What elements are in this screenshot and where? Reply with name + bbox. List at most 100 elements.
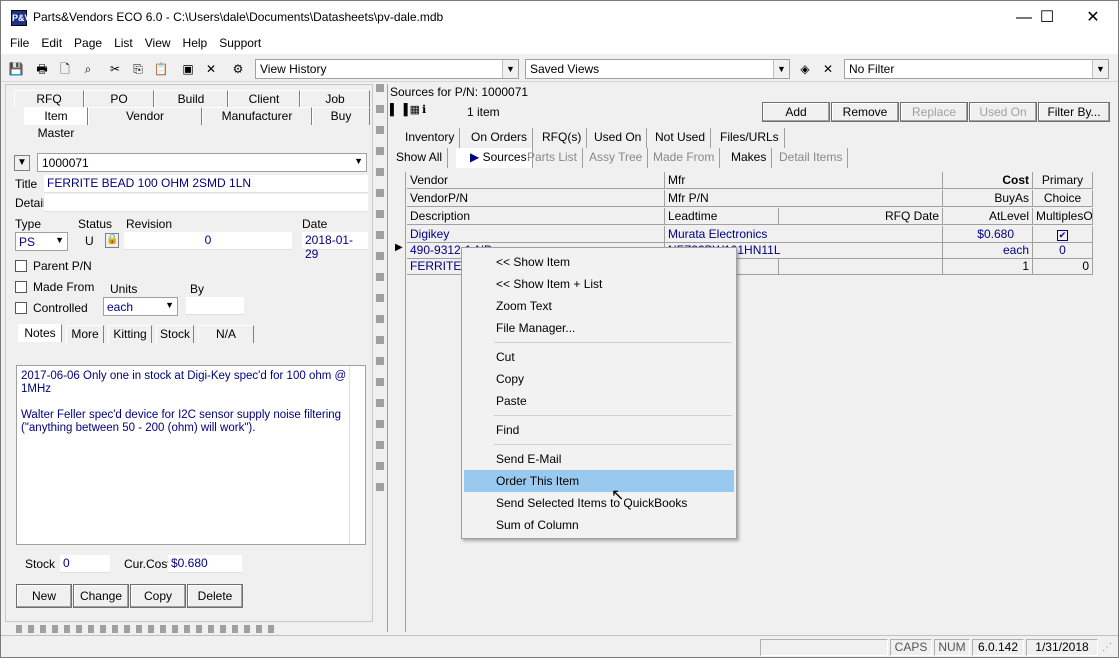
delete-icon[interactable]: ✕: [201, 59, 221, 79]
header-buyas[interactable]: BuyAs: [943, 190, 1033, 207]
paste-icon[interactable]: 📋: [151, 59, 171, 79]
header-mfr-pn[interactable]: Mfr P/N: [665, 190, 943, 207]
tab-inventory[interactable]: Inventory: [400, 128, 461, 148]
controlled-checkbox[interactable]: [15, 302, 27, 314]
gear-icon[interactable]: ⚙: [228, 59, 248, 79]
tab-not-used[interactable]: Not Used: [650, 128, 712, 148]
checkmark-icon[interactable]: ✔: [1057, 230, 1068, 241]
menu-show-item-list[interactable]: << Show Item + List: [464, 273, 734, 295]
used-on-button[interactable]: Used On: [969, 102, 1037, 122]
header-mfr[interactable]: Mfr: [665, 172, 943, 189]
tab-files-urls[interactable]: Files/URLs: [715, 128, 785, 148]
header-choice[interactable]: Choice: [1033, 190, 1093, 207]
header-vendor[interactable]: Vendor: [407, 172, 665, 189]
header-multiples[interactable]: MultiplesOf: [1033, 208, 1093, 225]
header-leadtime[interactable]: Leadtime: [665, 208, 779, 225]
menu-show-item[interactable]: << Show Item: [464, 251, 734, 273]
menu-sum-column[interactable]: Sum of Column: [464, 514, 734, 536]
notes-scrollbar[interactable]: [349, 366, 365, 544]
menu-page[interactable]: Page: [68, 34, 108, 52]
vertical-splitter[interactable]: [376, 84, 384, 504]
save-icon[interactable]: 💾: [6, 59, 26, 79]
cell-rfq-date[interactable]: [779, 258, 943, 275]
maximize-button[interactable]: ☐: [1024, 1, 1070, 34]
type-select[interactable]: PS ▼: [15, 232, 68, 251]
notes-textarea[interactable]: 2017-06-06 Only one in stock at Digi-Key…: [16, 365, 366, 545]
tab-makes[interactable]: Makes: [726, 148, 773, 168]
tab-stock[interactable]: Stock: [156, 325, 194, 343]
menu-zoom-text[interactable]: Zoom Text: [464, 295, 734, 317]
tab-rfq[interactable]: RFQ: [14, 90, 84, 108]
filter-by-button[interactable]: Filter By...: [1038, 102, 1110, 122]
tab-used-on[interactable]: Used On: [589, 128, 648, 148]
chevron-down-icon[interactable]: ▼: [1092, 60, 1108, 78]
stock-field[interactable]: 0: [60, 555, 110, 573]
menu-send-quickbooks[interactable]: Send Selected Items to QuickBooks: [464, 492, 734, 514]
replace-button[interactable]: Replace: [900, 102, 968, 122]
menu-paste[interactable]: Paste: [464, 390, 734, 412]
view-history-select[interactable]: View History ▼: [255, 59, 519, 79]
print-preview-icon[interactable]: 🗋: [55, 59, 75, 79]
tab-parts-list[interactable]: Parts List: [522, 148, 584, 168]
tab-more[interactable]: More: [66, 325, 104, 343]
add-button[interactable]: Add: [762, 102, 830, 122]
header-primary[interactable]: Primary: [1033, 172, 1093, 189]
grid-nav-icons[interactable]: ▌▐▦ℹ: [390, 103, 466, 121]
units-select[interactable]: each ▼: [103, 297, 178, 316]
menu-list[interactable]: List: [108, 34, 139, 52]
close-button[interactable]: ✕: [1070, 1, 1116, 34]
chevron-down-icon[interactable]: ▼: [502, 60, 518, 78]
splitter-handle[interactable]: [16, 625, 274, 633]
print-icon[interactable]: 🖶: [32, 59, 52, 79]
menu-support[interactable]: Support: [213, 34, 267, 52]
header-rfq-date[interactable]: RFQ Date: [779, 208, 943, 225]
menu-order-this-item[interactable]: Order This Item: [464, 470, 734, 492]
detail-field[interactable]: [44, 194, 368, 212]
chevron-down-icon[interactable]: ▼: [773, 60, 789, 78]
eraser-icon[interactable]: ◈: [795, 59, 815, 79]
title-field[interactable]: FERRITE BEAD 100 OHM 2SMD 1LN: [44, 175, 368, 193]
by-field[interactable]: [186, 297, 244, 315]
menu-file[interactable]: File: [4, 34, 35, 52]
cell-choice[interactable]: 0: [1033, 242, 1093, 259]
funnel-icon[interactable]: ▼: [14, 155, 30, 171]
parent-pn-checkbox[interactable]: [15, 260, 27, 272]
pn-select[interactable]: 1000071 ▼: [37, 153, 367, 172]
window-icon[interactable]: ▣: [178, 59, 198, 79]
resize-grip-icon[interactable]: ⋰: [1102, 642, 1112, 653]
remove-button[interactable]: Remove: [831, 102, 899, 122]
tab-po[interactable]: PO: [84, 90, 154, 108]
tab-on-orders[interactable]: On Orders: [466, 128, 534, 148]
menu-view[interactable]: View: [139, 34, 177, 52]
delete-button[interactable]: Delete: [187, 584, 243, 608]
cell-mfr[interactable]: Murata Electronics: [665, 226, 943, 243]
cut-icon[interactable]: ✂: [105, 59, 125, 79]
header-atlevel[interactable]: AtLevel: [943, 208, 1033, 225]
tab-vendor[interactable]: Vendor: [88, 107, 202, 125]
copy-button[interactable]: Copy: [130, 584, 186, 608]
cur-cost-field[interactable]: $0.680: [168, 555, 242, 573]
made-from-checkbox[interactable]: [15, 281, 27, 293]
menu-copy[interactable]: Copy: [464, 368, 734, 390]
menu-help[interactable]: Help: [177, 34, 214, 52]
cell-multiples[interactable]: 0: [1033, 258, 1093, 275]
menu-edit[interactable]: Edit: [35, 34, 68, 52]
saved-views-select[interactable]: Saved Views ▼: [525, 59, 790, 79]
tab-notes[interactable]: Notes: [18, 324, 62, 342]
header-vendor-pn[interactable]: VendorP/N: [407, 190, 665, 207]
header-cost[interactable]: Cost: [943, 172, 1033, 189]
header-description[interactable]: Description: [407, 208, 665, 225]
date-field[interactable]: 2018-01-29: [302, 232, 368, 261]
menu-find[interactable]: Find: [464, 419, 734, 441]
cell-atlevel[interactable]: 1: [943, 258, 1033, 275]
tab-rfqs[interactable]: RFQ(s): [537, 128, 588, 148]
revision-field[interactable]: 0: [124, 232, 292, 250]
tab-manufacturer[interactable]: Manufacturer: [202, 107, 312, 125]
chevron-down-icon[interactable]: ▼: [165, 300, 174, 310]
tab-show-all[interactable]: Show All: [391, 148, 449, 168]
chevron-down-icon[interactable]: ▼: [55, 235, 64, 245]
menu-send-email[interactable]: Send E-Mail: [464, 448, 734, 470]
menu-file-manager[interactable]: File Manager...: [464, 317, 734, 339]
cell-cost[interactable]: $0.680: [943, 226, 1033, 243]
change-button[interactable]: Change: [73, 584, 129, 608]
